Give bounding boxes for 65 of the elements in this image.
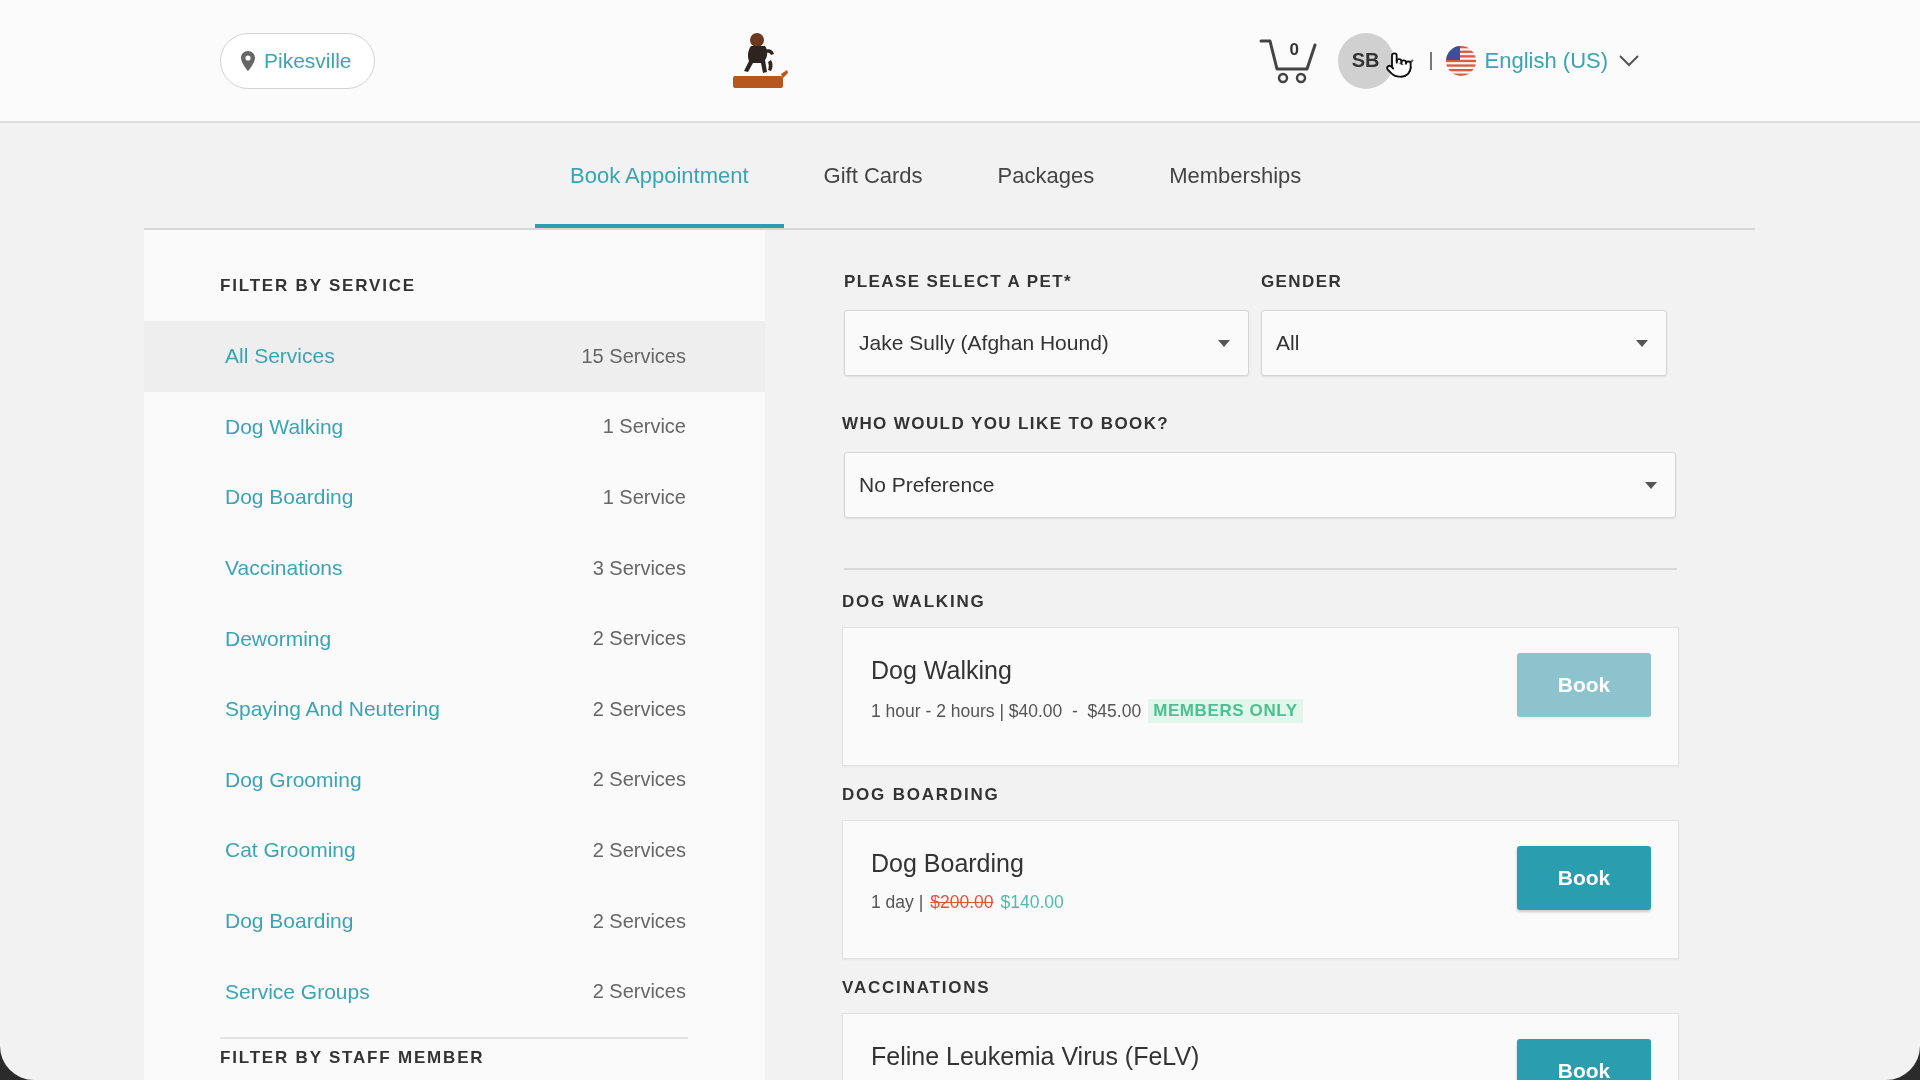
service-filter-item[interactable]: Dog Boarding 1 Service (144, 462, 765, 533)
service-count: 1 Service (602, 415, 686, 439)
service-count: 3 Services (592, 556, 686, 580)
sale-price: $140.00 (1000, 892, 1064, 913)
filter-heading: FILTER BY SERVICE (219, 275, 417, 297)
tab[interactable]: Packages (962, 123, 1130, 228)
filter-heading: FILTER BY STAFF MEMBER (219, 1046, 486, 1068)
service-count: 2 Services (592, 697, 686, 721)
dropdown-select[interactable]: All (1261, 310, 1667, 376)
service-title: Feline Leukemia Virus (FeLV) (871, 1041, 1200, 1071)
section-heading: VACCINATIONS (842, 977, 992, 999)
service-name: All Services (225, 344, 335, 369)
service-filter-item[interactable]: Vaccinations 3 Services (144, 532, 765, 604)
dropdown-select[interactable]: Jake Sully (Afghan Hound) (844, 310, 1249, 376)
dropdown-select[interactable]: No Preference (844, 452, 1676, 518)
service-name: Dog Boarding (225, 485, 354, 510)
user-avatar-button[interactable]: SB (1337, 32, 1394, 89)
service-filter-item[interactable]: Dog Boarding 2 Services (144, 885, 765, 957)
field-label: PLEASE SELECT A PET* (844, 271, 1073, 293)
section-heading: DOG BOARDING (842, 784, 1001, 806)
caret-icon (1636, 339, 1648, 347)
service-name: Dog Boarding (225, 909, 354, 934)
service-details: 1 day | (871, 892, 924, 913)
service-title: Dog Boarding (871, 848, 1025, 878)
cart-count: 0 (1289, 40, 1299, 59)
service-name: Deworming (225, 626, 332, 651)
service-name: Dog Grooming (225, 767, 362, 792)
service-filter-item[interactable]: Dog Walking 1 Service (144, 391, 765, 463)
service-details: 1 hour - 2 hours | $40.00 - $45.00 (871, 700, 1142, 722)
book-button[interactable]: Book (1517, 846, 1651, 910)
service-count: 1 Service (602, 486, 686, 509)
us-flag-icon (1445, 45, 1476, 76)
service-name: Vaccinations (225, 556, 343, 581)
service-name: Spaying And Neutering (225, 697, 440, 722)
service-count: 2 Services (592, 980, 686, 1004)
service-title: Dog Walking (871, 655, 1013, 685)
tab[interactable]: Memberships (1134, 123, 1337, 228)
location-button[interactable]: Pikesville (220, 32, 375, 89)
service-name: Dog Walking (225, 414, 344, 439)
original-price: $200.00 (930, 892, 994, 913)
service-count: 2 Services (592, 627, 686, 651)
cart-button[interactable]: 0 (1258, 36, 1319, 85)
service-count: 2 Services (592, 838, 686, 862)
hand-cursor-icon (1384, 50, 1413, 81)
map-pin-icon (241, 50, 255, 71)
field-label: WHO WOULD YOU LIKE TO BOOK? (842, 413, 1171, 435)
service-filter-item[interactable]: Dog Grooming 2 Services (144, 744, 765, 816)
service-filter-item[interactable]: Cat Grooming 2 Services (144, 815, 765, 886)
service-name: Cat Grooming (225, 838, 356, 863)
field-label: GENDER (1261, 271, 1344, 293)
service-name: Service Groups (225, 979, 370, 1004)
service-filter-item[interactable]: Spaying And Neutering 2 Services (144, 673, 765, 745)
chevron-down-icon (1619, 54, 1639, 67)
service-count: 2 Services (592, 909, 686, 933)
members-only-badge: MEMBERS ONLY (1148, 699, 1303, 723)
service-filter-item[interactable]: Deworming 2 Services (144, 603, 765, 674)
caret-icon (1218, 339, 1230, 347)
service-count: 2 Services (592, 768, 686, 792)
service-count: 15 Services (581, 344, 686, 368)
service-filter-item[interactable]: All Services 15 Services (144, 321, 765, 392)
book-button[interactable]: Book (1517, 1039, 1651, 1080)
tab[interactable]: Gift Cards (788, 123, 958, 228)
caret-icon (1645, 481, 1657, 489)
section-heading: DOG WALKING (842, 591, 987, 613)
service-filter-item[interactable]: Service Groups 2 Services (144, 956, 765, 1027)
